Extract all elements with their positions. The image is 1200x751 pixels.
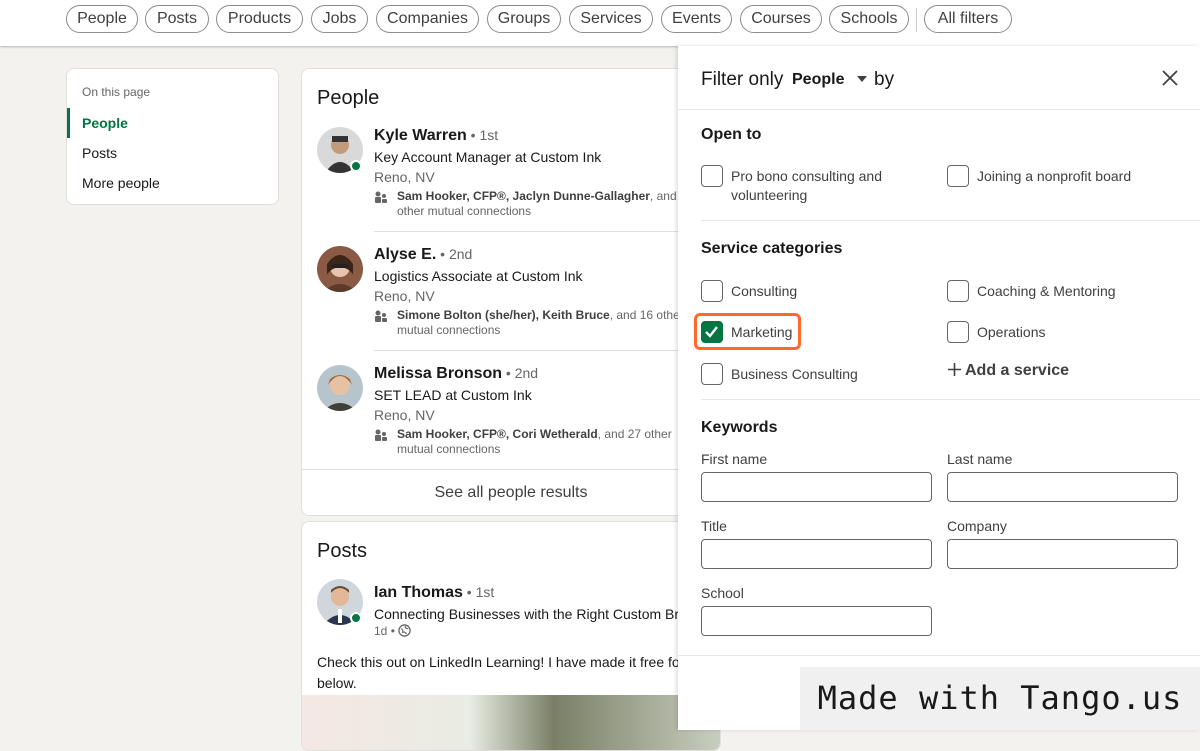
first-name-label: First name bbox=[701, 451, 768, 467]
plus-icon bbox=[948, 363, 961, 376]
title-input[interactable] bbox=[701, 539, 932, 569]
first-name-input[interactable] bbox=[701, 472, 932, 502]
checkbox-label: Business Consulting bbox=[731, 366, 858, 382]
person-result[interactable]: Alyse E. • 2nd Logistics Associate at Cu… bbox=[302, 246, 702, 364]
mutual-connections-icon bbox=[375, 310, 387, 322]
divider bbox=[374, 231, 720, 232]
divider bbox=[678, 655, 1200, 656]
filter-pill-schools[interactable]: Schools bbox=[829, 5, 909, 33]
filter-pill-events[interactable]: Events bbox=[661, 5, 732, 33]
divider bbox=[678, 109, 1200, 110]
search-filter-bar: People Posts Products Jobs Companies Gro… bbox=[0, 0, 1200, 46]
nav-heading: On this page bbox=[82, 85, 151, 99]
posts-results-card: Posts Ian Thomas • 1st Connecting Busine… bbox=[301, 521, 721, 751]
checkbox-business-consulting[interactable] bbox=[701, 363, 723, 385]
checkbox-coaching-mentoring[interactable] bbox=[947, 280, 969, 302]
avatar[interactable] bbox=[317, 246, 363, 292]
caret-down-icon bbox=[856, 76, 867, 82]
mutual-connections-icon bbox=[375, 429, 387, 441]
checkmark-icon bbox=[705, 326, 718, 338]
divider bbox=[374, 350, 720, 351]
filter-pill-companies[interactable]: Companies bbox=[376, 5, 479, 33]
post-author-name[interactable]: Ian Thomas • 1st bbox=[374, 584, 494, 602]
filter-pill-jobs[interactable]: Jobs bbox=[311, 5, 368, 33]
checkbox-label: Marketing bbox=[731, 324, 793, 340]
tango-watermark: Made with Tango.us bbox=[800, 667, 1200, 730]
checkbox-operations[interactable] bbox=[947, 321, 969, 343]
people-section-title: People bbox=[317, 87, 380, 109]
person-result[interactable]: Melissa Bronson • 2nd SET LEAD at Custom… bbox=[302, 365, 702, 483]
by-label: by bbox=[874, 69, 895, 90]
divider bbox=[701, 399, 1200, 400]
divider bbox=[302, 469, 720, 470]
checkbox-label: Pro bono consulting and volunteering bbox=[731, 168, 882, 203]
divider bbox=[701, 220, 1200, 221]
school-label: School bbox=[701, 585, 744, 601]
people-results-card: People Kyle Warren • 1st Key Account Man… bbox=[301, 68, 721, 516]
filter-pill-posts[interactable]: Posts bbox=[145, 5, 209, 33]
close-icon[interactable] bbox=[1162, 70, 1178, 86]
all-filters-button[interactable]: All filters bbox=[924, 5, 1012, 33]
nav-item-posts[interactable]: Posts bbox=[82, 145, 117, 161]
checkbox-pro-bono[interactable] bbox=[701, 165, 723, 187]
pill-separator bbox=[916, 8, 917, 32]
post-text: Check this out on LinkedIn Learning! I h… bbox=[317, 654, 685, 691]
person-headline: Logistics Associate at Custom Ink bbox=[374, 268, 583, 284]
filter-panel: Filter only People by Open to Pro bono c… bbox=[678, 46, 1200, 730]
checkbox-nonprofit-board[interactable] bbox=[947, 165, 969, 187]
globe-icon bbox=[398, 624, 411, 637]
person-name[interactable]: Alyse E. • 2nd bbox=[374, 246, 472, 264]
online-status-icon bbox=[350, 612, 362, 624]
person-name[interactable]: Melissa Bronson • 2nd bbox=[374, 365, 538, 383]
mutual-connections-text: Sam Hooker, CFP®, Jaclyn Dunne-Gallagher… bbox=[397, 189, 687, 218]
online-status-icon bbox=[350, 160, 362, 172]
checkbox-label: Consulting bbox=[731, 283, 798, 299]
company-label: Company bbox=[947, 518, 1007, 534]
nav-active-indicator bbox=[67, 108, 70, 138]
nav-item-more-people[interactable]: More people bbox=[82, 175, 160, 191]
person-headline: SET LEAD at Custom Ink bbox=[374, 387, 532, 403]
checkbox-label: Operations bbox=[977, 324, 1046, 340]
school-input[interactable] bbox=[701, 606, 932, 636]
mutual-connections-icon bbox=[375, 191, 387, 203]
checkbox-label: Coaching & Mentoring bbox=[977, 283, 1116, 299]
mutual-connections-text: Sam Hooker, CFP®, Cori Wetherald, and 27… bbox=[397, 427, 672, 456]
filter-only-label: Filter only bbox=[701, 69, 784, 90]
person-name[interactable]: Kyle Warren • 1st bbox=[374, 127, 498, 145]
filter-pill-people[interactable]: People bbox=[66, 5, 138, 33]
post-timestamp: 1d • bbox=[374, 624, 411, 638]
filter-pill-services[interactable]: Services bbox=[569, 5, 653, 33]
person-location: Reno, NV bbox=[374, 407, 435, 423]
add-service-button[interactable]: Add a service bbox=[948, 362, 1069, 380]
person-headline: Key Account Manager at Custom Ink bbox=[374, 149, 602, 165]
service-categories-title: Service categories bbox=[701, 240, 843, 257]
nav-item-people[interactable]: People bbox=[82, 115, 128, 131]
filter-pill-groups[interactable]: Groups bbox=[487, 5, 561, 33]
checkbox-consulting[interactable] bbox=[701, 280, 723, 302]
posts-section-title: Posts bbox=[317, 540, 368, 562]
filter-type-dropdown[interactable]: People bbox=[792, 71, 867, 89]
open-to-title: Open to bbox=[701, 126, 762, 143]
person-location: Reno, NV bbox=[374, 288, 435, 304]
post-author-headline: Connecting Businesses with the Right Cus… bbox=[374, 606, 687, 622]
title-label: Title bbox=[701, 518, 727, 534]
person-result[interactable]: Kyle Warren • 1st Key Account Manager at… bbox=[302, 127, 702, 245]
checkbox-label: Joining a nonprofit board bbox=[977, 168, 1132, 184]
post-image[interactable] bbox=[302, 695, 720, 750]
on-this-page-nav: On this page People Posts More people bbox=[66, 68, 279, 205]
keywords-title: Keywords bbox=[701, 419, 778, 436]
filter-pill-courses[interactable]: Courses bbox=[740, 5, 822, 33]
person-location: Reno, NV bbox=[374, 169, 435, 185]
last-name-input[interactable] bbox=[947, 472, 1178, 502]
company-input[interactable] bbox=[947, 539, 1178, 569]
filter-pill-products[interactable]: Products bbox=[216, 5, 303, 33]
avatar[interactable] bbox=[317, 365, 363, 411]
mutual-connections-text: Simone Bolton (she/her), Keith Bruce, an… bbox=[397, 308, 684, 337]
last-name-label: Last name bbox=[947, 451, 1013, 467]
see-all-people-button[interactable]: See all people results bbox=[302, 484, 720, 502]
checkbox-marketing[interactable] bbox=[701, 321, 723, 343]
